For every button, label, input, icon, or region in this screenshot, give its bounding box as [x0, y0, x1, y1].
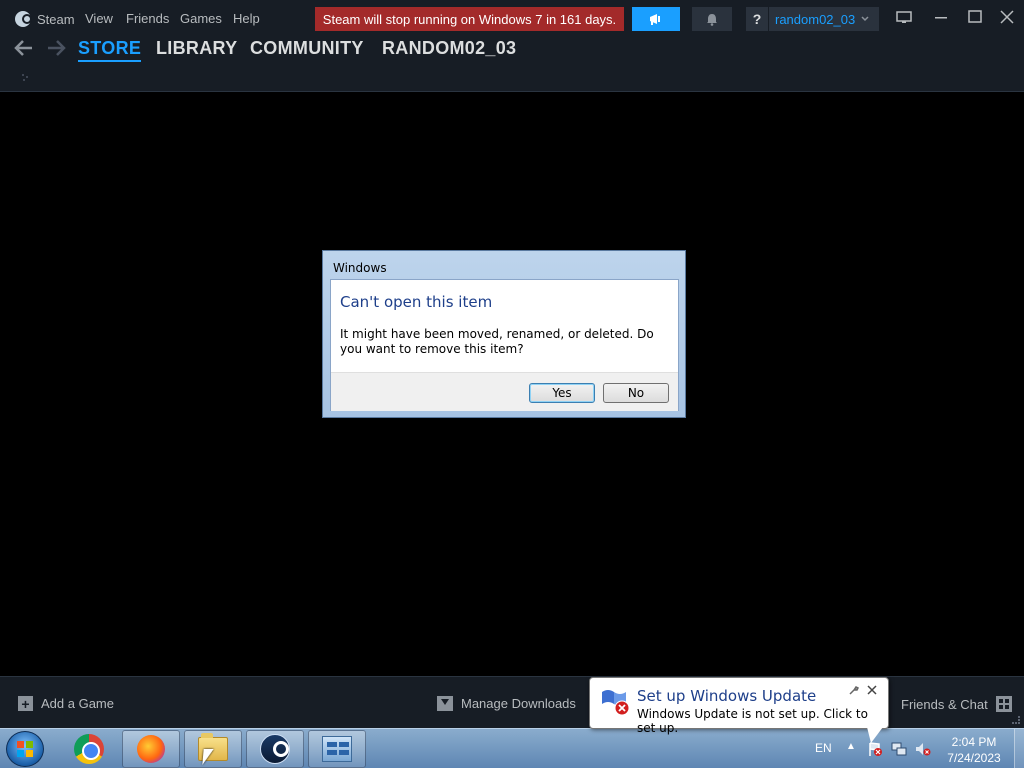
cant-open-dialog: Windows Can't open this item It might ha…	[322, 250, 686, 418]
bell-icon	[707, 13, 717, 26]
tab-library[interactable]: LIBRARY	[156, 38, 237, 59]
balloon-title: Set up Windows Update	[637, 687, 817, 705]
action-center-flag-icon[interactable]	[867, 741, 883, 757]
megaphone-icon	[650, 14, 660, 25]
menu-steam-label: Steam	[37, 11, 75, 27]
dialog-heading: Can't open this item	[340, 293, 493, 311]
plus-icon: +	[18, 696, 33, 711]
dialog-message: It might have been moved, renamed, or de…	[340, 327, 654, 356]
menu-games[interactable]: Games	[180, 11, 222, 26]
steam-logo-icon	[15, 11, 32, 27]
language-indicator[interactable]: EN	[815, 741, 832, 755]
network-icon[interactable]	[891, 741, 907, 757]
dialog-content: Can't open this item It might have been …	[330, 279, 679, 411]
windows-update-warning-icon	[600, 686, 630, 716]
wrench-icon[interactable]	[848, 685, 860, 699]
clock-time: 2:04 PM	[951, 735, 997, 749]
show-hidden-icons-button[interactable]: ▲	[846, 741, 856, 752]
back-arrow-icon[interactable]	[14, 39, 34, 63]
friends-chat-label: Friends & Chat	[901, 696, 988, 712]
account-name: random02_03	[775, 11, 856, 27]
balloon-tail	[867, 727, 883, 743]
clock-date: 7/24/2023	[947, 751, 1001, 765]
tab-store[interactable]: STORE	[78, 38, 142, 62]
desktop: Steam View Friends Games Help Steam will…	[0, 0, 1024, 768]
show-desktop-button[interactable]	[1014, 729, 1024, 768]
friends-grid-icon	[995, 696, 1012, 712]
close-window-button[interactable]	[998, 9, 1018, 27]
minimize-button[interactable]	[932, 9, 952, 27]
dialog-button-bar: Yes No	[331, 372, 678, 411]
notifications-button[interactable]	[692, 7, 732, 31]
steam-menubar: Steam View Friends Games Help Steam will…	[0, 0, 1024, 36]
loading-spinner-icon	[20, 72, 30, 82]
chevron-down-icon	[861, 16, 869, 22]
taskbar-steam[interactable]	[246, 730, 304, 768]
windows-logo-icon	[17, 741, 34, 758]
menu-steam[interactable]: Steam	[15, 11, 75, 27]
system-clock[interactable]: 2:04 PM 7/24/2023	[940, 734, 1008, 766]
no-button[interactable]: No	[603, 383, 669, 403]
add-game-button[interactable]: + Add a Game	[18, 696, 114, 711]
start-button[interactable]	[6, 731, 44, 767]
big-picture-button[interactable]	[895, 9, 915, 27]
account-menu-button[interactable]: random02_03	[769, 7, 879, 31]
taskbar-control-panel[interactable]	[308, 730, 366, 768]
balloon-text: Windows Update is not set up. Click to s…	[637, 707, 868, 735]
resize-grip[interactable]	[1012, 716, 1020, 724]
taskbar-chrome[interactable]	[60, 730, 118, 768]
close-icon	[1000, 10, 1014, 24]
menu-view[interactable]: View	[85, 11, 113, 26]
add-game-label: Add a Game	[41, 696, 114, 711]
maximize-button[interactable]	[966, 9, 986, 27]
mouse-cursor-icon	[202, 749, 214, 765]
download-icon	[437, 696, 453, 711]
steam-icon	[260, 734, 290, 764]
steam-header: Steam View Friends Games Help Steam will…	[0, 0, 1024, 92]
forward-arrow-icon[interactable]	[46, 39, 66, 63]
windows7-warning-banner[interactable]: Steam will stop running on Windows 7 in …	[315, 7, 624, 31]
friends-chat-button[interactable]: Friends & Chat	[901, 696, 1012, 712]
minimize-icon	[935, 17, 947, 19]
taskbar-firefox[interactable]	[122, 730, 180, 768]
manage-downloads-label: Manage Downloads	[461, 696, 576, 711]
menu-help[interactable]: Help	[233, 11, 260, 26]
control-panel-icon	[322, 736, 352, 762]
dialog-title: Windows	[333, 261, 387, 275]
chrome-icon	[74, 734, 104, 764]
windows-update-balloon[interactable]: Set up Windows Update Windows Update is …	[589, 677, 889, 735]
firefox-icon	[137, 735, 165, 763]
announcements-button[interactable]	[632, 7, 680, 31]
maximize-icon	[968, 10, 982, 23]
manage-downloads-button[interactable]: Manage Downloads	[437, 696, 576, 711]
menu-friends[interactable]: Friends	[126, 11, 169, 26]
balloon-close-icon[interactable]	[867, 684, 877, 698]
steam-navbar: STORE LIBRARY COMMUNITY RANDOM02_03	[0, 36, 1024, 66]
help-button[interactable]: ?	[746, 7, 768, 31]
volume-muted-icon[interactable]	[915, 741, 931, 757]
yes-button[interactable]: Yes	[529, 383, 595, 403]
tab-community[interactable]: COMMUNITY	[250, 38, 364, 59]
monitor-icon	[896, 11, 912, 23]
tab-profile[interactable]: RANDOM02_03	[382, 38, 516, 59]
